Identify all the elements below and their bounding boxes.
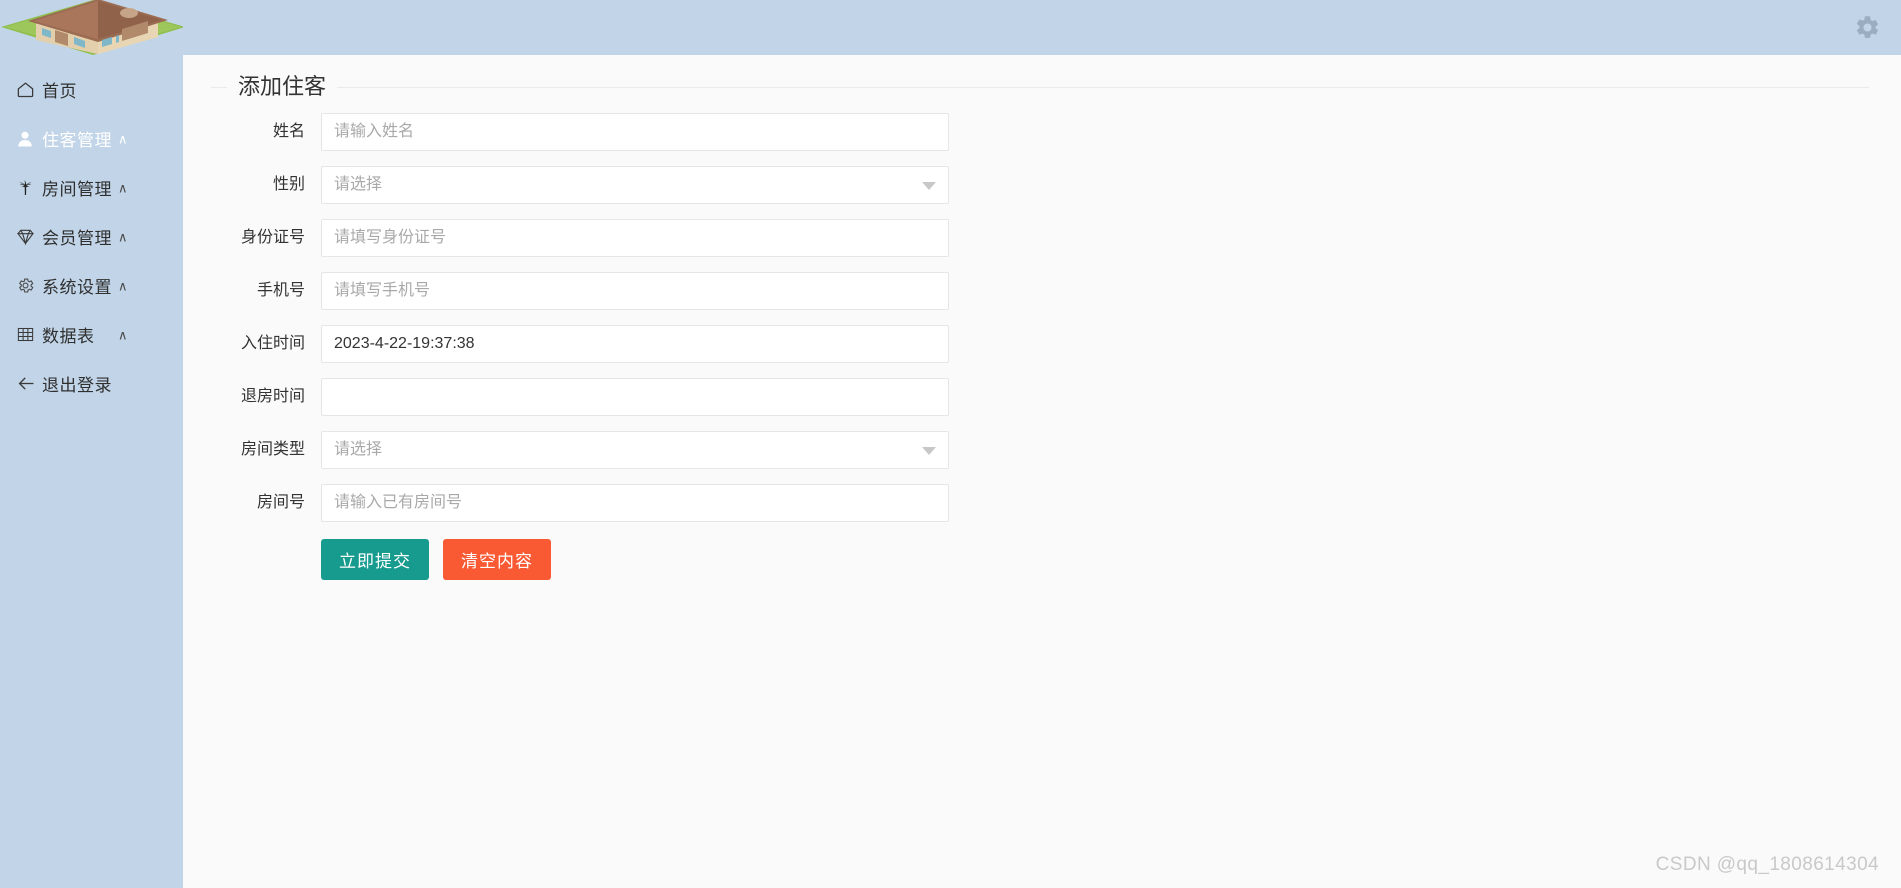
field-wrap-checkout-time (321, 378, 949, 416)
room-type-select[interactable]: 请选择 (321, 431, 949, 469)
sidebar-item-system-settings[interactable]: 系统设置 ∧ (0, 261, 183, 310)
page-title: 添加住客 (238, 74, 327, 99)
chevron-up-icon: ∧ (118, 327, 128, 342)
sidebar-item-label: 房间管理 (42, 180, 112, 199)
field-label-checkout-time: 退房时间 (240, 388, 305, 405)
field-label-id-card: 身份证号 (240, 229, 305, 246)
id-card-input[interactable] (321, 219, 949, 257)
form-row-room-type: 房间类型 请选择 (211, 431, 1869, 469)
add-guest-form: 姓名 性别 请选择 身份证号 (211, 98, 1869, 580)
name-input[interactable] (321, 113, 949, 151)
chevron-up-icon: ∧ (118, 278, 128, 293)
field-wrap-gender: 请选择 (321, 166, 949, 204)
field-label-gender: 性别 (272, 176, 305, 193)
sidebar-item-label: 会员管理 (42, 229, 112, 248)
settings-gear-button[interactable] (1847, 7, 1887, 47)
field-wrap-room-number (321, 484, 949, 522)
field-wrap-room-type: 请选择 (321, 431, 949, 469)
form-row-checkout-time: 退房时间 (211, 378, 1869, 416)
form-row-name: 姓名 (211, 113, 1869, 151)
sidebar-item-logout[interactable]: 退出登录 (0, 359, 183, 408)
arrow-left-icon (16, 373, 42, 394)
field-label-room-number: 房间号 (256, 494, 305, 511)
user-icon (16, 130, 42, 148)
field-wrap-id-card (321, 219, 949, 257)
sidebar-item-label: 退出登录 (42, 376, 112, 395)
field-wrap-name (321, 113, 949, 151)
form-row-id-card: 身份证号 (211, 219, 1869, 257)
form-row-gender: 性别 请选择 (211, 166, 1869, 204)
top-header-bar (0, 0, 1901, 55)
chevron-up-icon: ∧ (118, 131, 128, 146)
sidebar-item-home[interactable]: 首页 (0, 65, 183, 114)
main-content: 添加住客 姓名 性别 请选择 (183, 55, 1901, 888)
checkin-time-input[interactable] (321, 325, 949, 363)
form-row-room-number: 房间号 (211, 484, 1869, 522)
sidebar-item-label: 住客管理 (42, 131, 112, 150)
form-row-phone: 手机号 (211, 272, 1869, 310)
room-number-input[interactable] (321, 484, 949, 522)
sidebar-item-label: 系统设置 (42, 278, 112, 297)
bed-icon (16, 178, 42, 197)
sidebar-item-data-table[interactable]: 数据表 ∧ (0, 310, 183, 359)
table-icon (16, 325, 42, 344)
app-logo (0, 0, 183, 55)
chevron-up-icon: ∧ (118, 229, 128, 244)
diamond-icon (16, 227, 42, 246)
form-row-checkin-time: 入住时间 (211, 325, 1869, 363)
gear-icon (16, 276, 42, 295)
sidebar-item-label: 首页 (42, 82, 77, 101)
field-label-checkin-time: 入住时间 (240, 335, 305, 352)
gear-icon (1854, 14, 1881, 41)
checkout-time-input[interactable] (321, 378, 949, 416)
sidebar: 首页 住客管理 ∧ 房间管理 ∧ 会员管理 ∧ 系统设置 ∧ 数据表 ∧ 退出登… (0, 0, 183, 888)
sidebar-nav: 首页 住客管理 ∧ 房间管理 ∧ 会员管理 ∧ 系统设置 ∧ 数据表 ∧ 退出登… (0, 65, 183, 408)
field-label-name: 姓名 (272, 123, 305, 140)
sidebar-item-room-management[interactable]: 房间管理 ∧ (0, 163, 183, 212)
home-icon (16, 80, 42, 99)
sidebar-item-label: 数据表 (42, 327, 95, 346)
submit-button[interactable]: 立即提交 (321, 539, 429, 580)
chevron-up-icon: ∧ (118, 180, 128, 195)
field-label-phone: 手机号 (256, 282, 305, 299)
sidebar-item-member-management[interactable]: 会员管理 ∧ (0, 212, 183, 261)
watermark-text: CSDN @qq_1808614304 (1655, 854, 1879, 875)
phone-input[interactable] (321, 272, 949, 310)
form-actions: 立即提交 清空内容 (211, 539, 1869, 580)
reset-button[interactable]: 清空内容 (443, 539, 551, 580)
field-wrap-phone (321, 272, 949, 310)
sidebar-item-guest-management[interactable]: 住客管理 ∧ (0, 114, 183, 163)
gender-select[interactable]: 请选择 (321, 166, 949, 204)
add-guest-fieldset: 添加住客 姓名 性别 请选择 (211, 76, 1869, 636)
field-label-room-type: 房间类型 (240, 441, 305, 458)
app-root: 首页 住客管理 ∧ 房间管理 ∧ 会员管理 ∧ 系统设置 ∧ 数据表 ∧ 退出登… (0, 0, 1901, 888)
field-wrap-checkin-time (321, 325, 949, 363)
